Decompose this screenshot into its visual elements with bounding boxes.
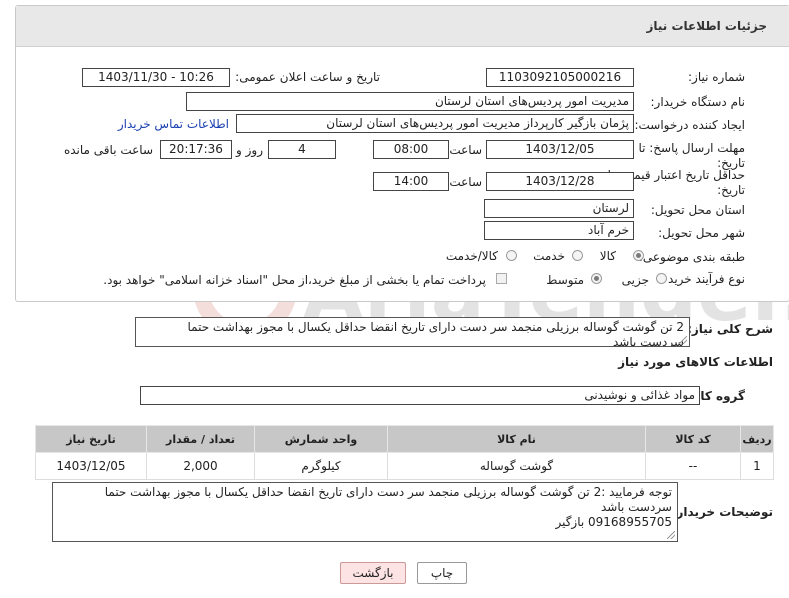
buyer-notes-label: توضیحات خریدار: [671, 505, 773, 519]
goods-section-title: اطلاعات کالاهای مورد نیاز [618, 355, 773, 369]
deadline-time-label: ساعت [449, 143, 482, 157]
price-validity-date[interactable]: 1403/12/28 [486, 172, 634, 191]
remaining-days-field[interactable]: 4 [268, 140, 336, 159]
buyer-notes-line-3: 09168955705 بازگیر [555, 515, 672, 529]
page-title: جزئیات اطلاعات نیاز [646, 19, 767, 33]
price-validity-time[interactable]: 14:00 [373, 172, 449, 191]
need-description-label: شرح کلی نیاز: [687, 322, 773, 336]
buyer-notes-textarea[interactable]: توجه فرمایید :2 تن گوشت گوساله برزیلی من… [52, 482, 678, 542]
print-button[interactable]: چاپ [417, 562, 467, 584]
cell-unit: کیلوگرم [254, 452, 388, 480]
delivery-city-label: شهر محل تحویل: [658, 226, 745, 240]
announce-datetime-field[interactable]: 1403/11/30 - 10:26 [82, 68, 230, 87]
response-deadline-date[interactable]: 1403/12/05 [486, 140, 634, 159]
cell-row-number: 1 [740, 452, 774, 480]
treasury-payment-note: پرداخت تمام یا بخشی از مبلغ خرید،از محل … [103, 273, 486, 287]
goods-table-header: ردیف کد کالا نام کالا واحد شمارش تعداد /… [35, 425, 774, 453]
delivery-province-label: استان محل تحویل: [650, 203, 745, 217]
resize-grip-icon[interactable] [679, 336, 687, 344]
column-header-name: نام کالا [387, 425, 646, 453]
process-minor-label: جزیی [621, 273, 649, 287]
buyer-org-field[interactable]: مدیریت امور پردیس‌های استان لرستان [186, 92, 634, 111]
delivery-city-field[interactable]: خرم آباد [484, 221, 634, 240]
need-description-text: 2 تن گوشت گوساله برزیلی منجمد سر دست دار… [187, 320, 684, 347]
buyer-notes-line-2: سردست باشد [600, 500, 672, 514]
buyer-org-label: نام دستگاه خریدار: [650, 95, 746, 109]
process-medium-label: متوسط [546, 273, 584, 287]
category-goods-radio[interactable] [633, 250, 644, 261]
category-label: طبقه بندی موضوعی: [638, 250, 745, 264]
table-row: 1 -- گوشت گوساله کیلوگرم 2,000 1403/12/0… [35, 452, 774, 480]
buyer-contact-link[interactable]: اطلاعات تماس خریدار [118, 117, 229, 131]
process-type-label: نوع فرآیند خرید : [660, 272, 745, 286]
cell-goods-code: -- [645, 452, 741, 480]
category-service-radio[interactable] [572, 250, 583, 261]
column-header-quantity: تعداد / مقدار [146, 425, 255, 453]
process-medium-radio[interactable] [591, 273, 602, 284]
cell-need-date: 1403/12/05 [35, 452, 147, 480]
need-number-label: شماره نیاز: [688, 70, 745, 84]
announce-datetime-label: تاریخ و ساعت اعلان عمومی: [235, 70, 380, 84]
delivery-province-field[interactable]: لرستان [484, 199, 634, 218]
cell-goods-name: گوشت گوساله [387, 452, 646, 480]
requester-label: ایجاد کننده درخواست: [634, 118, 745, 132]
need-description-textarea[interactable]: 2 تن گوشت گوساله برزیلی منجمد سر دست دار… [135, 317, 690, 347]
process-minor-radio[interactable] [656, 273, 667, 284]
goods-table: ردیف کد کالا نام کالا واحد شمارش تعداد /… [35, 425, 774, 480]
category-both-label: کالا/خدمت [445, 249, 498, 263]
column-header-need-date: تاریخ نیاز [35, 425, 147, 453]
buyer-notes-line-1: توجه فرمایید :2 تن گوشت گوساله برزیلی من… [104, 485, 672, 499]
goods-group-field[interactable]: مواد غذائی و نوشیدنی [140, 386, 700, 405]
remaining-time-label: ساعت باقی مانده [63, 143, 153, 157]
response-deadline-label: مهلت ارسال پاسخ: تا تاریخ: [638, 141, 745, 170]
requester-field[interactable]: پژمان بازگیر کارپرداز مدیریت امور پردیس‌… [236, 114, 634, 133]
panel-header: جزئیات اطلاعات نیاز [16, 6, 789, 47]
validity-time-label: ساعت [449, 175, 482, 189]
category-service-label: خدمت [533, 249, 565, 263]
column-header-row: ردیف [740, 425, 774, 453]
need-number-field[interactable]: 1103092105000216 [486, 68, 634, 87]
treasury-payment-checkbox[interactable] [496, 273, 507, 284]
resize-grip-icon[interactable] [667, 531, 675, 539]
column-header-unit: واحد شمارش [254, 425, 388, 453]
days-and-label: روز و [236, 143, 263, 157]
cell-quantity: 2,000 [146, 452, 255, 480]
category-goods-label: کالا [599, 249, 616, 263]
category-both-radio[interactable] [506, 250, 517, 261]
response-deadline-time[interactable]: 08:00 [373, 140, 449, 159]
remaining-time-field[interactable]: 20:17:36 [160, 140, 232, 159]
back-button[interactable]: بازگشت [340, 562, 406, 584]
column-header-code: کد کالا [645, 425, 741, 453]
